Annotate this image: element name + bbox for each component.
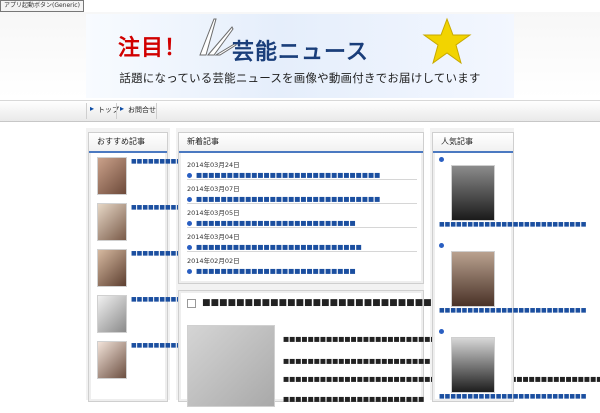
site-banner[interactable]: 注目！ 芸能ニュース 話題になっている芸能ニュースを画像や動画付きでお届けしてい… <box>86 14 514 98</box>
right-item[interactable]: ■■■■■■■■■■■■■■■■■■■■■■■■■■ <box>439 329 586 413</box>
right-item[interactable]: ■■■■■■■■■■■■■■■■■■■■■■■■■■ <box>439 157 586 241</box>
news-item[interactable]: 2014年03月24日 ■■■■■■■■■■■■■■■■■■■■■■■■■■■■… <box>187 159 417 179</box>
profile-thumbnail[interactable] <box>451 165 495 221</box>
news-item[interactable]: 2014年02月02日 ■■■■■■■■■■■■■■■■■■■■■■■■■■ <box>187 255 417 275</box>
profile-thumbnail[interactable] <box>451 251 495 307</box>
news-item[interactable]: 2014年03月05日 ■■■■■■■■■■■■■■■■■■■■■■■■■■ <box>187 207 417 227</box>
news-date: 2014年03月05日 <box>187 209 240 217</box>
left-item-title[interactable]: ■■■■■■■■■■■■■■■■■■ <box>131 250 233 258</box>
news-date: 2014年03月24日 <box>187 161 240 169</box>
banner-tagline: 話題になっている芸能ニュースを画像や動画付きでお届けしています <box>119 71 481 85</box>
article-thumbnail[interactable] <box>97 203 127 241</box>
news-item[interactable]: 2014年03月04日 ■■■■■■■■■■■■■■■■■■■■■■■■■■■ <box>187 231 417 251</box>
left-item-title[interactable]: ■■■■■■■■■■■■■■■■■■ <box>131 158 233 166</box>
top-bar: アプリ起動ボタン(Generic) <box>0 0 600 12</box>
right-item-title[interactable]: ■■■■■■■■■■■■■■■■■■■■■■■■■■ <box>439 221 586 229</box>
nav-separator <box>86 103 87 119</box>
right-sidebar-heading: 人気記事 <box>433 133 513 153</box>
right-item-title[interactable]: ■■■■■■■■■■■■■■■■■■■■■■■■■■ <box>439 307 586 315</box>
news-heading: 新着記事 <box>179 133 423 153</box>
article-square-icon <box>187 298 196 308</box>
left-item[interactable]: ■■■■■■■■■■■■■■■■ <box>97 341 222 381</box>
article-panel: ■■■■■■■■■■■■■■■■■■■■■■■■■■■■■■■■ ■■■■■■■… <box>178 290 600 407</box>
article-paragraph: ■■■■■■■■■■■■■■■■■■■■■■■■■■■■■■■■■■ <box>283 335 492 343</box>
left-sidebar-heading: おすすめ記事 <box>89 133 167 153</box>
left-item[interactable]: ■■■■■■■■■■■■■■■■■■■■ <box>97 203 244 243</box>
left-sidebar: おすすめ記事 ■■■■■■■■■■■■■■■■■■ ■■■■■■■■■■■■■■… <box>88 132 244 402</box>
news-link[interactable]: ■■■■■■■■■■■■■■■■■■■■■■■■■■■ <box>187 243 417 251</box>
right-sidebar: 人気記事 ■■■■■■■■■■■■■■■■■■■■■■■■■■ ■■■■■■■■… <box>432 132 586 402</box>
news-panel: 新着記事 2014年03月24日 ■■■■■■■■■■■■■■■■■■■■■■■… <box>178 132 424 284</box>
news-link[interactable]: ■■■■■■■■■■■■■■■■■■■■■■■■■■ <box>187 219 417 227</box>
news-divider <box>187 179 417 180</box>
bullet-icon <box>187 220 192 226</box>
news-divider <box>187 227 417 228</box>
bullet-icon <box>187 172 192 178</box>
news-link[interactable]: ■■■■■■■■■■■■■■■■■■■■■■■■■■ <box>187 267 417 275</box>
nav-separator <box>156 103 157 119</box>
article-thumbnail[interactable] <box>97 295 127 333</box>
bullet-icon <box>439 157 444 162</box>
star-icon <box>422 17 472 65</box>
article-thumbnail[interactable] <box>97 341 127 379</box>
global-nav: トップ お問合せ <box>0 100 600 122</box>
news-date: 2014年03月07日 <box>187 185 240 193</box>
nav-item-top[interactable]: トップ <box>90 104 119 115</box>
profile-thumbnail[interactable] <box>451 337 495 393</box>
article-thumbnail[interactable] <box>97 249 127 287</box>
banner-subtitle: 芸能ニュース <box>232 40 369 65</box>
window-tab[interactable]: アプリ起動ボタン(Generic) <box>0 0 84 12</box>
left-item[interactable]: ■■■■■■■■■■■■■■■■■■ <box>97 295 233 335</box>
news-link[interactable]: ■■■■■■■■■■■■■■■■■■■■■■■■■■■■■■ <box>187 171 417 179</box>
bullet-icon <box>187 268 192 274</box>
left-item[interactable]: ■■■■■■■■■■■■■■■■■■ <box>97 157 233 197</box>
nav-separator <box>116 103 117 119</box>
article-thumbnail[interactable] <box>97 157 127 195</box>
news-divider <box>187 251 417 252</box>
bullet-icon <box>439 329 444 334</box>
news-item[interactable]: 2014年03月07日 ■■■■■■■■■■■■■■■■■■■■■■■■■■■■… <box>187 183 417 203</box>
left-item-title[interactable]: ■■■■■■■■■■■■■■■■ <box>131 342 222 350</box>
news-date: 2014年02月02日 <box>187 257 240 265</box>
article-paragraph: ■■■■■■■■■■■■■■■■■■■■■■■■ <box>283 357 431 365</box>
article-paragraph: ■■■■■■■■■■■■■■■■■■■■■■■■■■■■■■■■■■■■■■■■… <box>283 375 600 384</box>
bullet-icon <box>439 243 444 248</box>
left-item-title[interactable]: ■■■■■■■■■■■■■■■■■■ <box>131 296 233 304</box>
article-image[interactable] <box>187 325 275 407</box>
left-item[interactable]: ■■■■■■■■■■■■■■■■■■ <box>97 249 233 289</box>
bullet-icon <box>187 244 192 250</box>
news-link[interactable]: ■■■■■■■■■■■■■■■■■■■■■■■■■■■■■■ <box>187 195 417 203</box>
banner-title: 注目！ <box>118 36 188 61</box>
right-item[interactable]: ■■■■■■■■■■■■■■■■■■■■■■■■■■ <box>439 243 586 327</box>
nav-item-contact[interactable]: お問合せ <box>120 104 156 115</box>
left-item-title[interactable]: ■■■■■■■■■■■■■■■■■■■■ <box>131 204 244 212</box>
news-date: 2014年03月04日 <box>187 233 240 241</box>
news-divider <box>187 203 417 204</box>
bullet-icon <box>187 196 192 202</box>
